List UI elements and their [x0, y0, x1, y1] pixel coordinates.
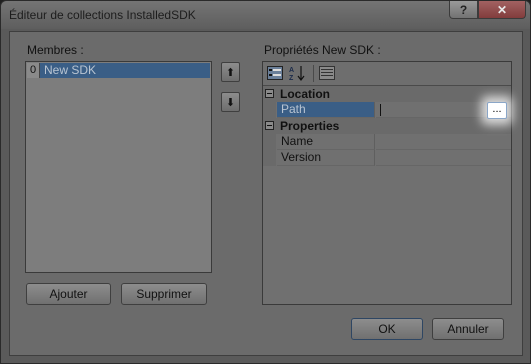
arrow-up-icon: ⬆ — [225, 66, 236, 79]
collapse-icon[interactable] — [265, 121, 274, 130]
property-row-version[interactable]: Version — [263, 150, 511, 166]
collapse-icon[interactable] — [265, 89, 274, 98]
property-grid[interactable]: A Z Location Path Properties Name Versio… — [262, 61, 512, 305]
text-caret — [380, 104, 381, 116]
members-listbox[interactable]: 0 New SDK — [25, 61, 212, 273]
add-button[interactable]: Ajouter — [26, 283, 111, 305]
svg-text:Z: Z — [289, 75, 294, 81]
window-title: Éditeur de collections InstalledSDK — [9, 8, 196, 22]
arrow-down-icon: ⬇ — [225, 96, 236, 109]
remove-button[interactable]: Supprimer — [121, 283, 207, 305]
property-row-path[interactable]: Path — [263, 102, 511, 118]
property-grid-body: Location Path Properties Name Version — [263, 86, 511, 304]
move-up-button[interactable]: ⬆ — [221, 62, 240, 82]
list-item-index: 0 — [27, 63, 40, 78]
close-button[interactable]: ✕ — [478, 1, 526, 19]
dialog-client-area: Membres : 0 New SDK ⬆ ⬇ Ajouter Supprime… — [9, 31, 523, 356]
category-properties[interactable]: Properties — [263, 118, 511, 134]
property-pages-icon[interactable] — [318, 65, 336, 81]
list-item-name: New SDK — [40, 63, 210, 78]
row-margin — [263, 150, 276, 166]
help-button[interactable]: ? — [449, 1, 478, 19]
toolbar-separator — [313, 65, 314, 82]
property-name[interactable]: Name — [277, 134, 375, 150]
title-bar[interactable]: Éditeur de collections InstalledSDK ? ✕ — [1, 1, 530, 29]
browse-ellipsis-button[interactable]: ... — [487, 102, 507, 119]
property-name[interactable]: Version — [277, 150, 375, 166]
categorized-icon[interactable] — [266, 65, 284, 81]
category-location[interactable]: Location — [263, 86, 511, 102]
property-value[interactable] — [376, 150, 511, 166]
category-label: Location — [280, 87, 330, 101]
svg-text:A: A — [289, 67, 294, 74]
property-row-name[interactable]: Name — [263, 134, 511, 150]
row-margin — [263, 134, 276, 150]
move-down-button[interactable]: ⬇ — [221, 92, 240, 112]
property-name[interactable]: Path — [277, 102, 375, 118]
category-label: Properties — [280, 119, 340, 133]
alphabetical-icon[interactable]: A Z — [288, 65, 306, 81]
property-grid-toolbar: A Z — [263, 62, 511, 86]
collection-editor-dialog: Éditeur de collections InstalledSDK ? ✕ … — [0, 0, 531, 364]
row-margin — [263, 102, 276, 118]
list-item[interactable]: 0 New SDK — [27, 63, 210, 78]
property-value[interactable] — [376, 134, 511, 150]
cancel-button[interactable]: Annuler — [432, 318, 504, 340]
members-label: Membres : — [27, 43, 84, 57]
properties-label: Propriétés New SDK : — [264, 43, 381, 57]
ok-button[interactable]: OK — [351, 318, 423, 340]
